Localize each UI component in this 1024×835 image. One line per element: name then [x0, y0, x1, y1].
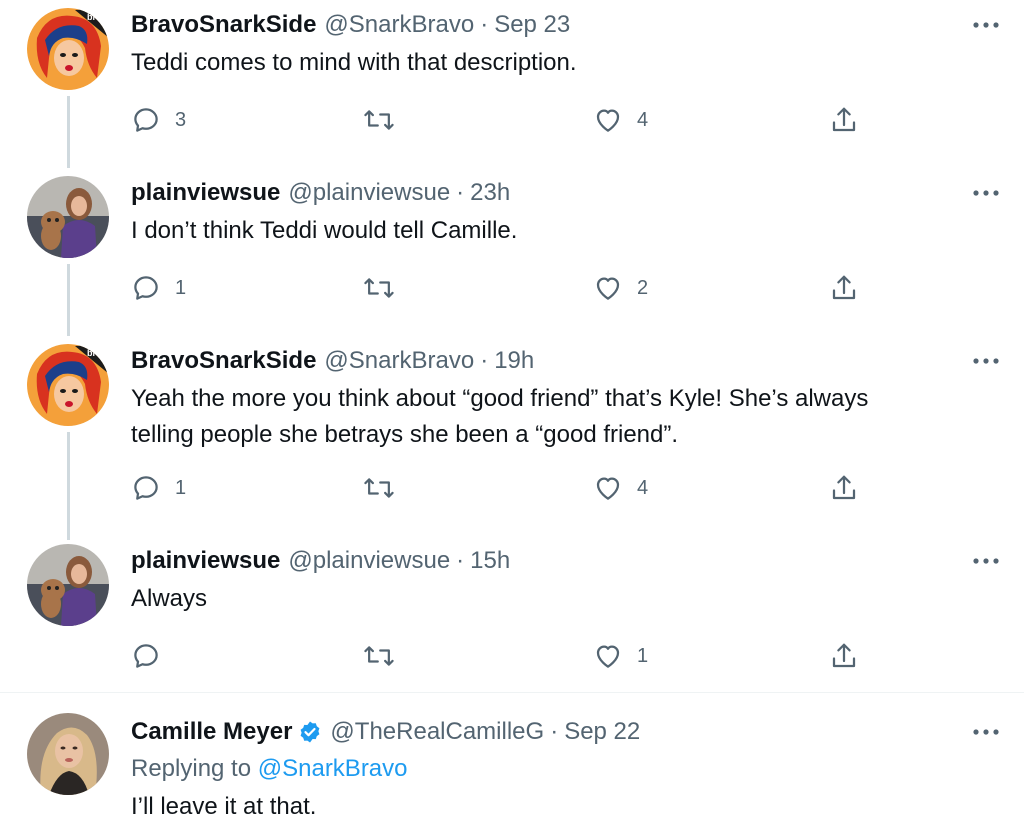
- display-name[interactable]: BravoSnarkSide: [131, 347, 316, 375]
- share-button[interactable]: [829, 470, 859, 506]
- tweet-actions: 1 4: [131, 470, 871, 506]
- display-name[interactable]: Camille Meyer: [131, 718, 292, 746]
- more-icon[interactable]: [968, 349, 1004, 373]
- like-button[interactable]: 4: [593, 102, 648, 138]
- timestamp[interactable]: 23h: [470, 179, 510, 207]
- tweet-actions: 1: [131, 638, 871, 674]
- tweet-text: I don’t think Teddi would tell Camille.: [131, 217, 518, 244]
- user-handle[interactable]: @plainviewsue: [288, 179, 450, 207]
- replying-to: Replying to @SnarkBravo: [131, 753, 408, 785]
- retweet-icon: [364, 646, 394, 666]
- reply-button[interactable]: [131, 638, 175, 674]
- like-button[interactable]: 2: [593, 270, 648, 306]
- user-handle[interactable]: @plainviewsue: [288, 547, 450, 575]
- tweet-header: BravoSnarkSide @SnarkBravo · 19h: [131, 345, 534, 377]
- reply-count: 1: [175, 276, 187, 299]
- share-icon: [832, 475, 856, 500]
- display-name[interactable]: plainviewsue: [131, 179, 280, 207]
- avatar-logo-text: bravo: [87, 12, 109, 22]
- retweet-button[interactable]: [363, 470, 409, 506]
- retweet-icon: [364, 110, 394, 130]
- user-handle[interactable]: @SnarkBravo: [324, 11, 474, 39]
- user-handle[interactable]: @TheRealCamilleG: [330, 718, 544, 746]
- user-handle[interactable]: @SnarkBravo: [324, 347, 474, 375]
- timestamp[interactable]: 19h: [494, 347, 534, 375]
- tweet-text-line: telling people she betrays she been a “g…: [131, 421, 679, 448]
- share-button[interactable]: [829, 270, 859, 306]
- reply-icon: [134, 108, 158, 132]
- timestamp[interactable]: Sep 22: [564, 718, 640, 746]
- more-icon[interactable]: [968, 720, 1004, 744]
- divider: [0, 692, 1024, 693]
- conversation-thread: bravo BravoSnarkSide @SnarkBravo · Sep 2…: [0, 0, 1024, 835]
- replying-to-label: Replying to: [131, 755, 252, 782]
- reply-count: 3: [175, 108, 187, 131]
- replying-to-mention[interactable]: @SnarkBravo: [258, 755, 408, 782]
- share-button[interactable]: [829, 102, 859, 138]
- tweet-actions: 1 2: [131, 270, 871, 306]
- avatar-logo-text: bravo: [87, 348, 109, 358]
- like-button[interactable]: 4: [593, 470, 648, 506]
- reply-icon: [134, 644, 158, 668]
- retweet-icon: [364, 478, 394, 498]
- separator-dot: ·: [480, 11, 489, 38]
- timestamp[interactable]: Sep 23: [494, 11, 570, 39]
- display-name[interactable]: BravoSnarkSide: [131, 11, 316, 39]
- like-icon: [596, 645, 620, 668]
- like-icon: [596, 109, 620, 132]
- reply-button[interactable]: 3: [131, 102, 186, 138]
- verified-badge-icon: [298, 720, 322, 744]
- like-icon: [596, 477, 620, 500]
- tweet[interactable]: Camille Meyer @TheRealCamilleG · Sep 22 …: [0, 705, 1024, 835]
- share-button[interactable]: [829, 638, 859, 674]
- avatar-plainviewsue[interactable]: [27, 544, 109, 626]
- more-icon[interactable]: [968, 181, 1004, 205]
- reply-button[interactable]: 1: [131, 470, 186, 506]
- share-icon: [832, 643, 856, 668]
- retweet-button[interactable]: [363, 102, 409, 138]
- separator-dot: ·: [456, 179, 465, 206]
- like-count: 2: [637, 276, 649, 299]
- reply-count: 1: [175, 476, 187, 499]
- tweet-text: Always: [131, 585, 208, 612]
- like-button[interactable]: 1: [593, 638, 648, 674]
- separator-dot: ·: [550, 718, 559, 745]
- reply-icon: [134, 476, 158, 500]
- tweet-header: plainviewsue @plainviewsue · 15h: [131, 545, 510, 577]
- more-icon[interactable]: [968, 13, 1004, 37]
- separator-dot: ·: [456, 547, 465, 574]
- tweet[interactable]: bravo BravoSnarkSide @SnarkBravo · 19h Y…: [0, 336, 1024, 532]
- avatar-bravosnarkside[interactable]: bravo: [27, 344, 109, 426]
- separator-dot: ·: [480, 347, 489, 374]
- tweet[interactable]: bravo BravoSnarkSide @SnarkBravo · Sep 2…: [0, 0, 1024, 160]
- tweet-text: Teddi comes to mind with that descriptio…: [131, 49, 577, 76]
- like-count: 4: [637, 108, 649, 131]
- tweet-header: Camille Meyer @TheRealCamilleG · Sep 22: [131, 716, 640, 748]
- display-name[interactable]: plainviewsue: [131, 547, 280, 575]
- tweet-text: Yeah the more you think about “good frie…: [131, 381, 971, 453]
- tweet-actions: 3 4: [131, 102, 871, 138]
- avatar-bravosnarkside[interactable]: bravo: [27, 8, 109, 90]
- avatar-plainviewsue[interactable]: [27, 176, 109, 258]
- share-icon: [832, 275, 856, 300]
- like-icon: [596, 277, 620, 300]
- retweet-button[interactable]: [363, 270, 409, 306]
- reply-icon: [134, 276, 158, 300]
- like-count: 1: [637, 644, 649, 667]
- tweet-header: BravoSnarkSide @SnarkBravo · Sep 23: [131, 9, 570, 41]
- tweet-text-line: Yeah the more you think about “good frie…: [131, 385, 869, 412]
- like-count: 4: [637, 476, 649, 499]
- retweet-icon: [364, 278, 394, 298]
- tweet[interactable]: plainviewsue @plainviewsue · 23h I don’t…: [0, 168, 1024, 328]
- tweet-header: plainviewsue @plainviewsue · 23h: [131, 177, 510, 209]
- timestamp[interactable]: 15h: [470, 547, 510, 575]
- tweet-text: I’ll leave it at that.: [131, 793, 317, 820]
- avatar-camille-meyer[interactable]: [27, 713, 109, 795]
- more-icon[interactable]: [968, 549, 1004, 573]
- retweet-button[interactable]: [363, 638, 409, 674]
- tweet[interactable]: plainviewsue @plainviewsue · 15h Always …: [0, 536, 1024, 692]
- share-icon: [832, 107, 856, 132]
- reply-button[interactable]: 1: [131, 270, 186, 306]
